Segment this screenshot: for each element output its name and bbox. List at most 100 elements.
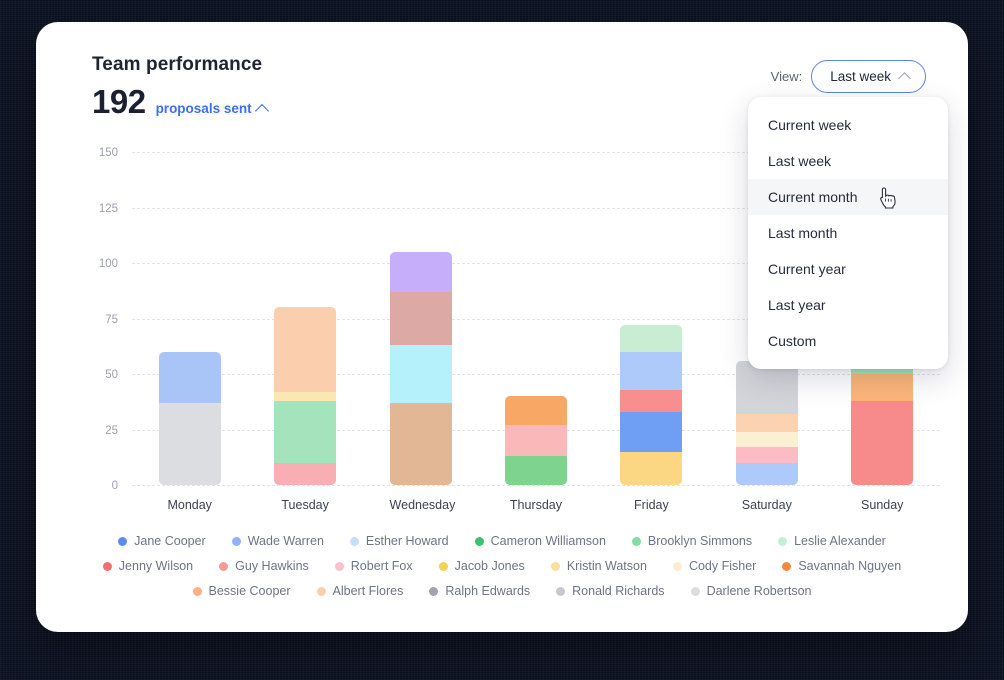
legend-item[interactable]: Darlene Robertson xyxy=(690,584,811,598)
bar-segment[interactable] xyxy=(620,325,683,352)
dropdown-item[interactable]: Current month xyxy=(748,179,948,215)
bar-segment[interactable] xyxy=(389,291,452,346)
legend-color-dot xyxy=(672,561,682,571)
bar-segment[interactable] xyxy=(620,351,683,390)
x-axis-labels: Monday Tuesday Wednesday Thursday Friday Satu… xyxy=(132,498,940,512)
bar-segment[interactable] xyxy=(735,447,798,463)
view-dropdown-menu[interactable]: Current week Last week Current month Last m… xyxy=(748,97,948,369)
x-axis-label: Sunday xyxy=(861,498,904,512)
legend-color-dot xyxy=(778,536,788,546)
dropdown-item[interactable]: Last month xyxy=(748,215,948,251)
view-selected-value: Last week xyxy=(830,69,891,84)
bar-column[interactable] xyxy=(620,325,683,485)
legend-color-dot xyxy=(429,586,439,596)
bar-segment[interactable] xyxy=(620,411,683,452)
bar-column[interactable] xyxy=(735,360,798,485)
legend-label: Wade Warren xyxy=(247,534,324,548)
legend-color-dot xyxy=(231,536,241,546)
bar-segment[interactable] xyxy=(504,425,567,457)
legend-label: Cameron Williamson xyxy=(490,534,606,548)
bar-segment[interactable] xyxy=(158,402,221,485)
legend-label: Jenny Wilson xyxy=(118,559,194,573)
legend-label: Ronald Richards xyxy=(572,584,665,598)
chart-legend: Jane Cooper Wade Warren Esther Howard Camer… xyxy=(64,534,940,609)
legend-item[interactable]: Jane Cooper xyxy=(118,534,206,548)
legend-color-dot xyxy=(192,586,202,596)
bar-segment[interactable] xyxy=(735,431,798,448)
y-axis-tick-label: 50 xyxy=(105,369,118,381)
legend-item[interactable]: Guy Hawkins xyxy=(219,559,309,573)
bar-segment[interactable] xyxy=(389,402,452,485)
legend-color-dot xyxy=(782,561,792,571)
dropdown-item[interactable]: Current week xyxy=(748,107,948,143)
legend-label: Jacob Jones xyxy=(454,559,525,573)
legend-item[interactable]: Cameron Williamson xyxy=(474,534,606,548)
chevron-up-icon xyxy=(898,72,911,85)
legend-item[interactable]: Esther Howard xyxy=(349,534,449,548)
dropdown-item[interactable]: Last year xyxy=(748,287,948,323)
legend-color-dot xyxy=(474,536,484,546)
legend-color-dot xyxy=(631,536,641,546)
x-axis-label: Thursday xyxy=(509,498,563,512)
y-axis-tick-label: 75 xyxy=(105,313,118,326)
bar-segment[interactable] xyxy=(851,400,914,485)
bar-segment[interactable] xyxy=(274,462,337,485)
view-label: View: xyxy=(770,69,803,84)
view-selector: View: Last week xyxy=(771,60,926,93)
bar-segment[interactable] xyxy=(274,391,337,401)
dropdown-item[interactable]: Custom xyxy=(748,323,948,359)
legend-item[interactable]: Savannah Nguyen xyxy=(782,559,901,573)
y-axis-tick-label: 0 xyxy=(111,480,118,492)
page-title: Team performance xyxy=(92,54,263,75)
legend-row: Jane Cooper Wade Warren Esther Howard Camer… xyxy=(64,534,940,548)
bar-segment[interactable] xyxy=(504,456,567,485)
legend-item[interactable]: Cody Fisher xyxy=(672,559,756,573)
legend-color-dot xyxy=(349,536,359,546)
legend-item[interactable]: Brooklyn Simmons xyxy=(631,534,753,548)
legend-item[interactable]: Jacob Jones xyxy=(438,559,525,573)
metric-label-link[interactable]: proposals sent xyxy=(155,101,269,118)
metric-label-text: proposals sent xyxy=(155,101,252,116)
bar-segment[interactable] xyxy=(389,251,452,292)
dropdown-item[interactable]: Last week xyxy=(748,143,948,179)
bar-segment[interactable] xyxy=(389,345,452,403)
legend-item[interactable]: Albert Flores xyxy=(316,584,403,598)
team-performance-card: Team performance 192 proposals sent View… xyxy=(36,22,968,632)
legend-label: Jane Cooper xyxy=(134,534,206,548)
bar-column[interactable] xyxy=(274,307,337,485)
legend-label: Ralph Edwards xyxy=(445,584,531,598)
legend-item[interactable]: Robert Fox xyxy=(334,559,413,573)
legend-label: Esther Howard xyxy=(365,534,449,548)
bar-segment[interactable] xyxy=(851,374,914,401)
bar-segment[interactable] xyxy=(158,351,221,403)
bar-segment[interactable] xyxy=(620,389,683,412)
legend-item[interactable]: Ronald Richards xyxy=(556,584,665,598)
legend-label: Kristin Watson xyxy=(566,559,647,573)
x-axis-label: Wednesday xyxy=(389,498,456,512)
bar-segment[interactable] xyxy=(620,451,683,485)
legend-item[interactable]: Wade Warren xyxy=(231,534,324,548)
legend-color-dot xyxy=(102,561,112,571)
legend-item[interactable]: Bessie Cooper xyxy=(192,584,291,598)
bar-segment[interactable] xyxy=(274,400,337,463)
legend-item[interactable]: Ralph Edwards xyxy=(429,584,530,598)
bar-segment[interactable] xyxy=(735,414,798,432)
legend-item[interactable]: Leslie Alexander xyxy=(778,534,886,548)
view-dropdown-button[interactable]: Last week xyxy=(811,60,926,93)
bar-segment[interactable] xyxy=(504,396,567,426)
legend-color-dot xyxy=(550,561,560,571)
chevron-up-icon xyxy=(254,103,269,118)
legend-label: Robert Fox xyxy=(350,559,413,573)
legend-item[interactable]: Jenny Wilson xyxy=(102,559,194,573)
bar-column[interactable] xyxy=(158,351,221,485)
bar-column[interactable] xyxy=(504,396,567,485)
legend-color-dot xyxy=(118,536,128,546)
legend-item[interactable]: Kristin Watson xyxy=(550,559,647,573)
dropdown-item[interactable]: Current year xyxy=(748,251,948,287)
gridline: 0 xyxy=(112,480,940,492)
metric-value: 192 xyxy=(92,83,146,120)
bar-segment[interactable] xyxy=(735,462,798,485)
legend-label: Brooklyn Simmons xyxy=(647,534,753,548)
bar-column[interactable] xyxy=(389,251,452,485)
bar-segment[interactable] xyxy=(274,307,337,392)
